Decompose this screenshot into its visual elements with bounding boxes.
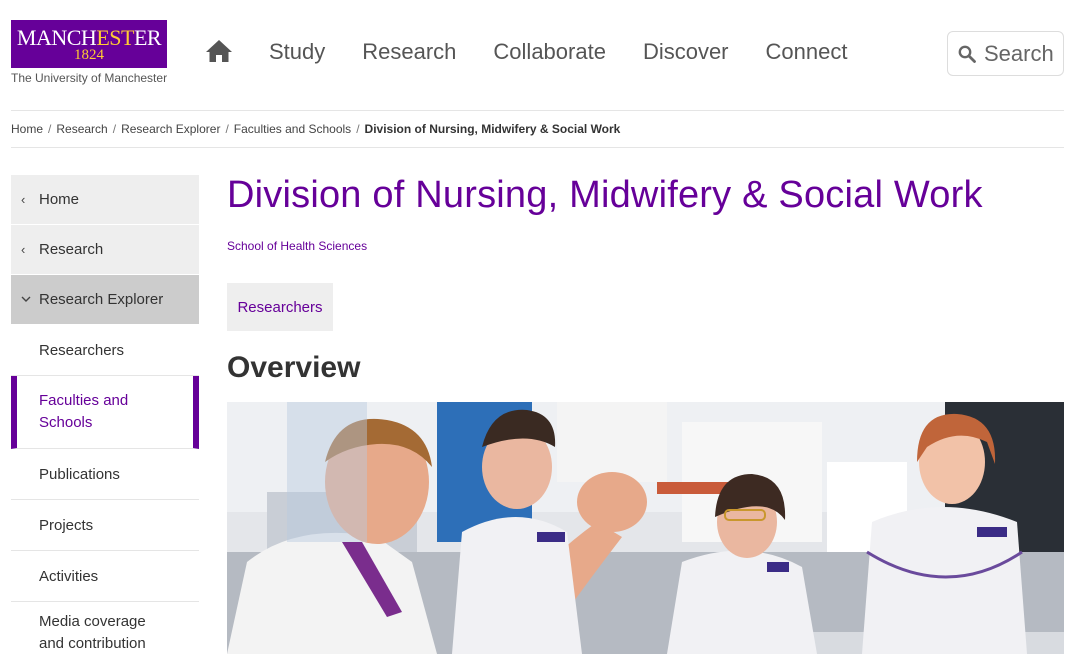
- nav-connect[interactable]: Connect: [766, 38, 848, 66]
- sidebar-item-faculties-and-schools[interactable]: Faculties and Schools: [11, 376, 199, 449]
- breadcrumb-research-explorer[interactable]: Research Explorer: [121, 122, 220, 136]
- sidebar-item-media-coverage[interactable]: Media coverage and contribution: [11, 602, 199, 664]
- breadcrumb-current: Division of Nursing, Midwifery & Social …: [364, 122, 621, 136]
- nav-study[interactable]: Study: [269, 38, 325, 66]
- breadcrumb: Home / Research / Research Explorer / Facultie…: [11, 122, 620, 136]
- logo-year: 1824: [74, 46, 104, 63]
- section-title-overview: Overview: [227, 351, 361, 384]
- sidebar-item-label: Projects: [39, 516, 94, 534]
- sidebar-nav: ‹ Home ‹ Research Research Explorer Rese…: [11, 175, 199, 664]
- nav-discover[interactable]: Discover: [643, 38, 729, 66]
- sidebar-item-home[interactable]: ‹ Home: [11, 175, 199, 225]
- page-title: Division of Nursing, Midwifery & Social …: [227, 174, 983, 216]
- chevron-left-icon: ‹: [21, 242, 26, 257]
- main-nav: Study Research Collaborate Discover Conn…: [269, 38, 884, 66]
- breadcrumb-home[interactable]: Home: [11, 122, 43, 136]
- sidebar-item-label: Publications: [39, 465, 120, 483]
- sidebar-item-researchers[interactable]: Researchers: [11, 325, 199, 376]
- breadcrumb-faculties[interactable]: Faculties and Schools: [234, 122, 351, 136]
- breadcrumb-separator: /: [356, 122, 360, 136]
- sidebar-item-label: Activities: [39, 567, 99, 585]
- sidebar-item-research[interactable]: ‹ Research: [11, 225, 199, 275]
- nav-collaborate[interactable]: Collaborate: [493, 38, 606, 66]
- sidebar-item-publications[interactable]: Publications: [11, 449, 199, 500]
- division-photo: [227, 402, 1064, 654]
- sidebar-item-label: Faculties and Schools: [39, 392, 129, 431]
- school-link[interactable]: School of Health Sciences: [227, 239, 367, 253]
- sidebar-item-research-explorer[interactable]: Research Explorer: [11, 275, 199, 325]
- sidebar-item-label: Researchers: [39, 341, 125, 359]
- nav-research[interactable]: Research: [362, 38, 456, 66]
- chevron-left-icon: ‹: [21, 192, 26, 207]
- header-divider: [11, 110, 1064, 111]
- sidebar-item-label: Research: [39, 241, 104, 258]
- breadcrumb-research[interactable]: Research: [56, 122, 107, 136]
- photo-illustration: [227, 402, 1064, 654]
- search-icon[interactable]: [958, 45, 976, 63]
- search-box[interactable]: [947, 31, 1064, 76]
- search-input[interactable]: [984, 40, 1059, 67]
- sidebar-item-label: Media coverage and contribution: [39, 613, 146, 652]
- home-icon[interactable]: [205, 38, 233, 64]
- sidebar-item-label: Home: [39, 191, 80, 208]
- breadcrumb-separator: /: [112, 122, 117, 136]
- sidebar-item-projects[interactable]: Projects: [11, 500, 199, 551]
- tab-researchers[interactable]: Researchers: [227, 283, 333, 331]
- university-logo[interactable]: MANCHESTER 1824: [11, 20, 167, 68]
- breadcrumb-divider: [11, 147, 1064, 148]
- logo-subtitle: The University of Manchester: [11, 71, 168, 85]
- logo-wordmark: MANCHESTER: [16, 24, 162, 50]
- sidebar-item-activities[interactable]: Activities: [11, 551, 199, 602]
- breadcrumb-separator: /: [225, 122, 229, 136]
- chevron-down-icon: [21, 296, 31, 302]
- breadcrumb-separator: /: [48, 122, 52, 136]
- sidebar-item-label: Research Explorer: [39, 291, 164, 308]
